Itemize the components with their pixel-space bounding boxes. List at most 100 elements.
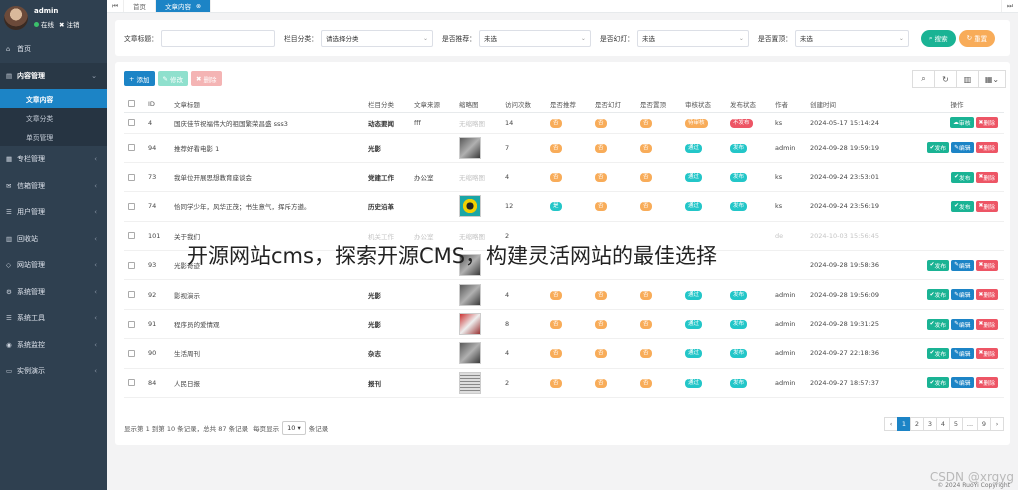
tab-close-icon[interactable]: ⊗ (196, 3, 201, 10)
top-badge[interactable]: 否 (640, 202, 652, 212)
thumbnail-image[interactable] (459, 136, 481, 159)
row-publish-button[interactable]: ✔ 发布 (926, 142, 950, 154)
row-delete-button[interactable]: ✖ 删除 (975, 318, 998, 330)
sidebar-item-site[interactable]: ◇ 网站管理 ‹ (0, 252, 107, 279)
logout-link[interactable]: ✖ 注销 (59, 19, 79, 29)
row-edit-button[interactable]: ✎ 编辑 (951, 259, 974, 271)
slide-badge[interactable]: 否 (595, 378, 607, 388)
row-publish-button[interactable]: ✔ 发布 (926, 318, 950, 330)
slide-badge[interactable]: 否 (595, 143, 607, 153)
sidebar-item-settings[interactable]: ⚙ 系统管理 ‹ (0, 279, 107, 306)
slide-badge[interactable]: 否 (595, 173, 607, 183)
submenu-item[interactable]: 文章内容 (0, 89, 107, 108)
checkbox[interactable] (128, 379, 135, 387)
thumbnail-image[interactable] (459, 342, 481, 365)
table-row[interactable]: 84 人民日报 报刊 2 否否否通过 发布 admin 2024-09-27 18:57:37… (124, 368, 1004, 399)
top-select[interactable]: 未选 ⌄ (794, 29, 909, 47)
recommend-badge[interactable]: 否 (550, 320, 562, 330)
table-row[interactable]: 73 我单位开展思想教育座谈会 党建工作 办公室 无缩略图 4 否否否通过 发布 ks 2024-… (124, 162, 1004, 193)
delete-button[interactable]: ✖ 删除 (191, 71, 222, 86)
top-badge[interactable]: 否 (640, 378, 652, 388)
column-select[interactable]: 请选择分类 ⌄ (320, 29, 433, 47)
checkbox[interactable] (128, 202, 135, 210)
checkbox[interactable] (128, 349, 135, 357)
cell-checkbox[interactable] (124, 338, 148, 369)
row-edit-button[interactable]: ✎ 编辑 (951, 377, 974, 389)
row-publish-button[interactable]: ✔ 发布 (926, 259, 950, 271)
top-badge[interactable]: 否 (640, 143, 652, 153)
tab-article-content[interactable]: 文章内容 ⊗ (156, 0, 212, 12)
row-publish-button[interactable]: ✔ 发布 (926, 347, 950, 359)
slide-badge[interactable]: 否 (595, 202, 607, 212)
checkbox[interactable] (128, 320, 135, 328)
top-badge[interactable]: 否 (640, 173, 652, 183)
table-row[interactable]: 92 影视演示 光影 4 否否否通过 发布 admin 2024-09-28 19:56:09… (124, 279, 1004, 310)
columns-toggle-icon[interactable]: ▥ (956, 70, 979, 88)
row-delete-button[interactable]: ✖ 删除 (975, 142, 998, 154)
submenu-item[interactable]: 文章分类 (0, 108, 107, 127)
top-badge[interactable]: 否 (640, 118, 652, 128)
top-badge[interactable]: 否 (640, 320, 652, 330)
refresh-icon[interactable]: ↻ (934, 70, 957, 88)
row-delete-button[interactable]: ✖ 删除 (975, 171, 998, 183)
row-publish-button[interactable]: ✔ 发布 (926, 377, 950, 389)
slide-select[interactable]: 未选 ⌄ (636, 29, 749, 47)
recommend-badge[interactable]: 否 (550, 173, 562, 183)
thumbnail-image[interactable] (459, 283, 481, 306)
cell-checkbox[interactable] (124, 112, 148, 134)
recommend-badge[interactable]: 否 (550, 378, 562, 388)
table-row[interactable]: 4 国庆佳节祝福伟大的祖国繁荣昌盛 sss3 动态要闻 fff 无缩略图 14 否否否待审核… (124, 112, 1004, 134)
cell-checkbox[interactable] (124, 221, 148, 252)
sidebar-item-tools[interactable]: ☰ 系统工具 ‹ (0, 305, 107, 332)
checkbox[interactable] (128, 291, 135, 299)
row-audit-button[interactable]: ☁ 审核 (950, 117, 974, 128)
row-edit-button[interactable]: ✎ 编辑 (951, 289, 974, 301)
page-button[interactable]: 2 (910, 417, 924, 431)
page-button[interactable]: 9 (977, 417, 991, 431)
slide-badge[interactable]: 否 (595, 290, 607, 300)
cell-checkbox[interactable] (124, 133, 148, 163)
cell-checkbox[interactable] (124, 250, 148, 281)
sidebar-item-content[interactable]: ▤ 内容管理 ⌄ (0, 62, 107, 89)
row-edit-button[interactable]: ✎ 编辑 (951, 318, 974, 330)
row-delete-button[interactable]: ✖ 删除 (975, 259, 998, 271)
tabs-prev-icon[interactable]: ⏮ (107, 0, 124, 12)
checkbox[interactable] (128, 232, 135, 240)
add-button[interactable]: + 添加 (124, 71, 155, 86)
row-delete-button[interactable]: ✖ 删除 (975, 377, 998, 389)
avatar[interactable] (4, 6, 28, 30)
search-toggle-icon[interactable]: ⌕ (912, 70, 935, 88)
table-row[interactable]: 91 程序员的爱情观 光影 8 否否否通过 发布 admin 2024-09-28 19:31… (124, 309, 1004, 340)
reset-button[interactable]: ↻ 重置 (958, 29, 996, 47)
slide-badge[interactable]: 否 (595, 349, 607, 359)
table-row[interactable]: 90 生活周刊 杂志 4 否否否通过 发布 admin 2024-09-27 22:18:36… (124, 338, 1004, 369)
sidebar-item-user[interactable]: ☰ 用户管理 ‹ (0, 199, 107, 226)
recommend-badge[interactable]: 否 (550, 143, 562, 153)
tabs-next-icon[interactable]: ⏭ (1001, 0, 1018, 12)
page-size-select[interactable]: 10 ▾ (282, 421, 306, 435)
sidebar-item-home[interactable]: ⌂ 首页 (0, 36, 107, 63)
title-input[interactable] (160, 29, 275, 47)
top-badge[interactable]: 否 (640, 349, 652, 359)
page-next-icon[interactable]: › (990, 417, 1004, 431)
row-delete-button[interactable]: ✖ 删除 (975, 200, 998, 212)
page-button[interactable]: 3 (923, 417, 937, 431)
checkbox[interactable] (128, 119, 135, 126)
slide-badge[interactable]: 否 (595, 118, 607, 128)
page-button[interactable]: 4 (936, 417, 950, 431)
recommend-badge[interactable]: 否 (550, 349, 562, 359)
checkbox[interactable] (128, 144, 135, 152)
thumbnail-image[interactable] (459, 195, 481, 218)
row-delete-button[interactable]: ✖ 删除 (975, 117, 998, 128)
sidebar-item-column[interactable]: ▦ 专栏管理 ‹ (0, 146, 107, 173)
recommend-badge[interactable]: 否 (550, 290, 562, 300)
thumbnail-image[interactable] (459, 371, 481, 394)
checkbox[interactable] (128, 100, 135, 108)
page-button[interactable]: 5 (949, 417, 963, 431)
page-prev-icon[interactable]: ‹ (884, 417, 898, 431)
row-publish-button[interactable]: ✔ 发布 (926, 289, 950, 301)
recommend-badge[interactable]: 是 (550, 202, 562, 212)
cell-checkbox[interactable] (124, 162, 148, 193)
sidebar-item-trash[interactable]: ▥ 回收站 ‹ (0, 226, 107, 253)
checkbox[interactable] (128, 261, 135, 269)
